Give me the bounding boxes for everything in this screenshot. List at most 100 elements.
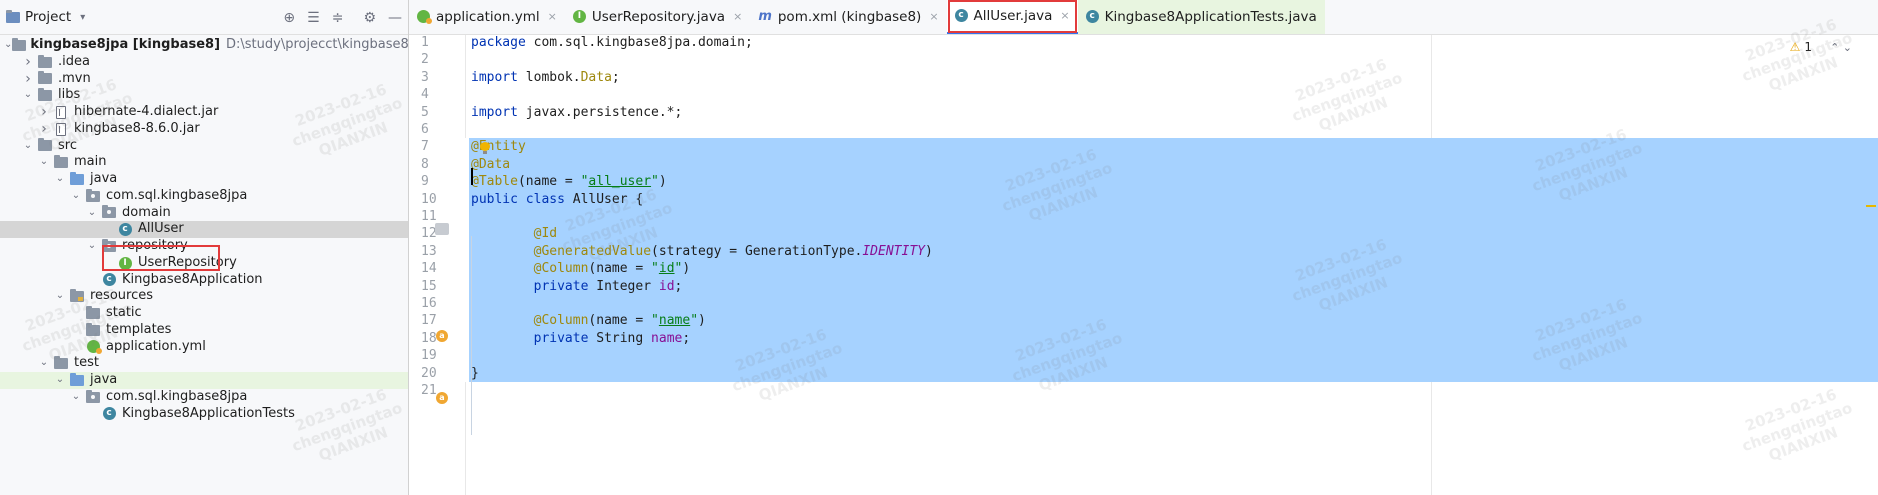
code-token: import — [471, 104, 518, 120]
class-icon: c — [954, 9, 968, 22]
close-icon[interactable]: × — [548, 10, 557, 23]
tree-item-label: AllUser — [138, 221, 184, 237]
line-number: 1 — [421, 35, 429, 50]
hide-icon[interactable]: — — [388, 10, 402, 26]
editor-tab[interactable]: I UserRepository.java × — [565, 0, 750, 34]
code-text: private Integer id; — [471, 278, 683, 295]
tree-item[interactable]: ⌄ main — [0, 154, 408, 171]
code-token: package — [471, 35, 526, 50]
editor-tab[interactable]: application.yml × — [409, 0, 565, 34]
tree-item[interactable]: templates — [0, 322, 408, 339]
close-icon[interactable]: × — [733, 10, 742, 23]
tree-item[interactable]: › .mvn — [0, 71, 408, 88]
code-editor[interactable]: 1 package com.sql.kingbase8jpa.domain; 2 3 i… — [409, 35, 1878, 495]
maven-icon: m — [758, 9, 772, 24]
chevron-down-icon[interactable]: ⌄ — [4, 37, 12, 54]
tree-item[interactable]: ⌄ java — [0, 372, 408, 389]
close-icon[interactable]: × — [1060, 9, 1069, 22]
chevron-down-icon[interactable]: ⌄ — [52, 171, 68, 188]
code-token: all_user — [588, 174, 652, 190]
line-number: 13 — [409, 242, 469, 261]
close-icon[interactable]: × — [929, 10, 938, 23]
annotation-marker-icon[interactable]: a — [436, 392, 448, 404]
tree-item[interactable]: c AllUser — [0, 221, 408, 238]
code-token: @GeneratedValue — [533, 243, 652, 259]
folder-icon-glyph — [12, 37, 27, 51]
tree-item[interactable]: ⌄ libs — [0, 87, 408, 104]
chevron-down-icon[interactable]: ⌄ — [68, 188, 84, 205]
code-token: id — [658, 261, 675, 277]
tree-item[interactable]: ⌄ kingbase8jpa [kingbase8] D:\study\projec… — [0, 37, 408, 54]
code-line: 16 — [409, 295, 1878, 313]
tree-item[interactable]: ⌄ src — [0, 138, 408, 155]
editor-tab[interactable]: c AllUser.java × — [946, 0, 1078, 34]
project-toolbar-icons: ⊕ ☰ ≑ ⚙ — — [283, 0, 402, 35]
code-line: 21 — [409, 382, 1878, 399]
project-view-selector[interactable]: Project ▾ — [0, 9, 85, 25]
code-text: import lombok.Data; — [471, 69, 620, 86]
tree-item[interactable]: application.yml — [0, 339, 408, 356]
chevron-down-icon[interactable]: ⌄ — [52, 288, 68, 305]
chevron-right-icon[interactable]: › — [20, 54, 36, 71]
folder-icon — [36, 71, 54, 85]
generate-getter-icon[interactable]: a — [436, 330, 448, 342]
tree-item[interactable]: ⌄ repository — [0, 238, 408, 255]
code-token: @Id — [533, 226, 558, 242]
tree-item[interactable]: ⌄ resources — [0, 288, 408, 305]
tree-item[interactable]: static — [0, 305, 408, 322]
code-line: 2 — [409, 51, 1878, 68]
chevron-down-icon[interactable]: ⌄ — [52, 372, 68, 389]
code-token: name — [651, 330, 683, 346]
tree-item-label: Kingbase8Application — [122, 271, 263, 287]
editor-tab[interactable]: c Kingbase8ApplicationTests.java — [1077, 0, 1325, 34]
chevron-down-icon[interactable]: ⌄ — [36, 154, 52, 171]
inspection-widget[interactable]: ⚠ 1 ⌃ ⌄ — [1790, 40, 1852, 54]
code-token: name — [658, 313, 691, 329]
tree-item[interactable]: › kingbase8-8.6.0.jar — [0, 121, 408, 138]
chevron-down-icon[interactable]: ⌄ — [36, 355, 52, 372]
chevron-down-icon[interactable]: ⌄ — [68, 389, 84, 406]
resources-folder-icon-glyph — [70, 289, 84, 303]
chevron-down-icon[interactable]: ▾ — [80, 12, 85, 23]
collapse-all-icon[interactable]: ≑ — [332, 10, 344, 26]
code-token: import — [471, 69, 518, 85]
nav-arrows-icon[interactable]: ⌃ ⌄ — [1830, 41, 1852, 54]
line-number: 5 — [421, 104, 429, 120]
chevron-down-icon[interactable]: ⌄ — [84, 205, 100, 222]
chevron-right-icon[interactable]: › — [36, 104, 52, 121]
tree-item[interactable]: c Kingbase8ApplicationTests — [0, 406, 408, 423]
chevron-down-icon[interactable]: ⌄ — [20, 87, 36, 104]
tree-item[interactable]: ⌄ test — [0, 355, 408, 372]
line-number: 3 — [421, 69, 429, 85]
tree-item[interactable]: ⌄ com.sql.kingbase8jpa — [0, 389, 408, 406]
tree-item[interactable]: › hibernate-4.dialect.jar — [0, 104, 408, 121]
database-icon[interactable] — [435, 223, 449, 235]
lightbulb-icon[interactable] — [480, 142, 490, 154]
tree-item[interactable]: › .idea — [0, 54, 408, 71]
editor-tabbar: application.yml × I UserRepository.java × m po… — [409, 0, 1878, 35]
code-token: (name = — [588, 313, 652, 329]
tree-item[interactable]: ⌄ domain — [0, 205, 408, 222]
chevron-right-icon[interactable]: › — [36, 121, 52, 138]
code-line: 18 private String name; — [409, 329, 1878, 348]
tree-item[interactable]: ⌄ java — [0, 171, 408, 188]
jar-icon-glyph — [56, 122, 66, 136]
editor-tab[interactable]: m pom.xml (kingbase8) × — [750, 0, 946, 34]
tree-item-label: application.yml — [106, 338, 206, 354]
tree-item[interactable]: ⌄ com.sql.kingbase8jpa — [0, 188, 408, 205]
tree-item[interactable]: c Kingbase8Application — [0, 272, 408, 289]
expand-all-icon[interactable]: ☰ — [307, 10, 320, 26]
gear-icon[interactable]: ⚙ — [363, 10, 376, 26]
folder-icon-glyph — [38, 138, 52, 152]
tree-item[interactable]: I UserRepository — [0, 255, 408, 272]
code-line: 12 @Id — [409, 225, 1878, 243]
chevron-down-icon[interactable]: ⌄ — [84, 238, 100, 255]
folder-icon-glyph — [54, 356, 68, 370]
chevron-down-icon[interactable]: ⌄ — [20, 138, 36, 155]
line-number: 14 — [409, 260, 469, 278]
chevron-right-icon[interactable]: › — [20, 71, 36, 88]
locate-icon[interactable]: ⊕ — [283, 10, 295, 26]
line-number: 2 — [421, 52, 429, 68]
